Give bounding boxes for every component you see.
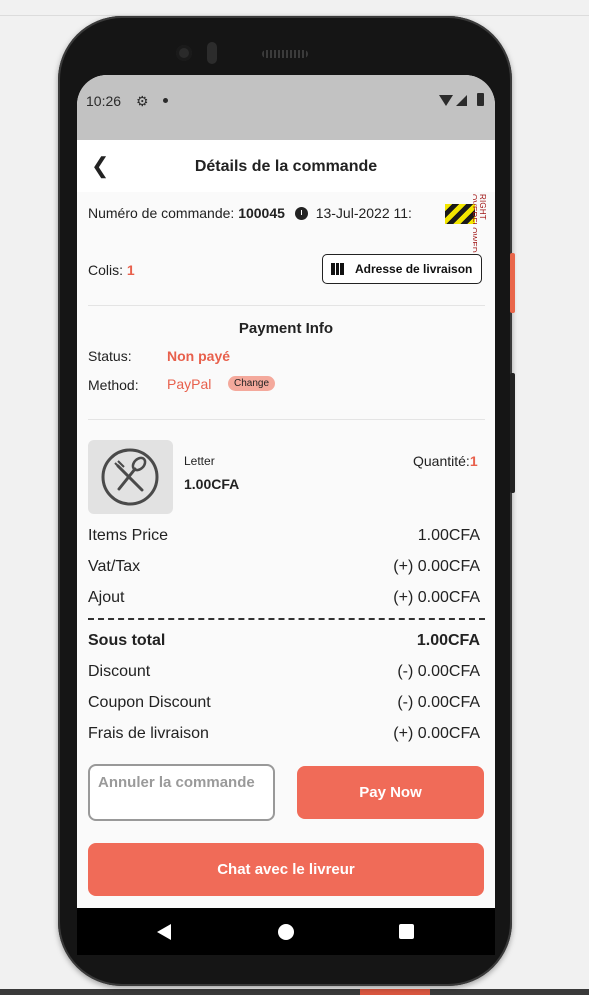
desktop-bottom-bar bbox=[0, 989, 589, 995]
order-number: 100045 bbox=[238, 205, 285, 221]
product-quantity: Quantité:1 bbox=[413, 453, 478, 469]
coupon-discount-value: (-) 0.00CFA bbox=[397, 694, 480, 711]
order-number-label: Numéro de commande: bbox=[88, 205, 235, 221]
sensor bbox=[207, 42, 217, 64]
change-payment-button[interactable]: Change bbox=[228, 376, 276, 391]
order-date: 13-Jul-2022 11: bbox=[315, 205, 412, 221]
colis-count: 1 bbox=[126, 262, 135, 278]
nav-back-icon[interactable] bbox=[157, 924, 171, 940]
chat-with-courier-button[interactable]: Chat avec le livreur bbox=[88, 843, 484, 896]
colis-info: Colis: 1 bbox=[88, 262, 135, 278]
payment-info-title: Payment Info bbox=[238, 320, 334, 337]
system-icons bbox=[439, 93, 489, 109]
order-details-content: Numéro de commande: 100045 13-Jul-2022 1… bbox=[77, 192, 495, 955]
items-price-value: 1.00CFA bbox=[417, 527, 480, 544]
status-bar: 10:26 ⚙ bbox=[77, 75, 495, 140]
delivery-fee-value: (+) 0.00CFA bbox=[393, 725, 480, 742]
cancel-order-label: Annuler la commande bbox=[98, 774, 255, 791]
payment-method-label: Method: bbox=[88, 377, 139, 393]
payment-method-value: PayPal bbox=[167, 376, 212, 392]
dashed-divider bbox=[88, 618, 485, 620]
vat-value: (+) 0.00CFA bbox=[393, 558, 480, 575]
payment-status-label: Status: bbox=[88, 348, 132, 364]
colis-label: Colis: bbox=[88, 262, 124, 278]
map-icon bbox=[331, 263, 344, 275]
product-price: 1.00CFA bbox=[184, 476, 240, 492]
order-number-line: Numéro de commande: 100045 13-Jul-2022 1… bbox=[88, 205, 412, 221]
status-time: 10:26 bbox=[86, 93, 122, 109]
overflow-warning-stripe bbox=[445, 204, 475, 224]
divider bbox=[88, 419, 485, 420]
phone-screen: 10:26 ⚙ ❮ Détails de la commande Numéro … bbox=[77, 75, 495, 955]
page-title: Détails de la commande bbox=[194, 158, 378, 175]
nav-home-icon[interactable] bbox=[278, 924, 294, 940]
signal-icon bbox=[456, 95, 467, 106]
divider bbox=[88, 305, 485, 306]
fork-spoon-icon bbox=[101, 448, 159, 506]
discount-label: Discount bbox=[88, 663, 151, 680]
quantity-label: Quantité: bbox=[413, 453, 470, 469]
notification-dot-icon bbox=[163, 98, 168, 103]
app-bar: ❮ Détails de la commande bbox=[77, 140, 495, 192]
nav-recent-apps-icon[interactable] bbox=[399, 924, 414, 939]
product-name: Letter bbox=[184, 454, 215, 468]
delivery-address-label: Adresse de livraison bbox=[355, 262, 473, 276]
volume-button[interactable] bbox=[510, 373, 515, 493]
quantity-value: 1 bbox=[469, 453, 478, 469]
product-image bbox=[88, 440, 173, 514]
power-button[interactable] bbox=[510, 253, 515, 313]
payment-status-value: Non payé bbox=[167, 348, 231, 364]
coupon-discount-label: Coupon Discount bbox=[88, 694, 211, 711]
discount-value: (-) 0.00CFA bbox=[397, 663, 480, 680]
android-nav-bar bbox=[77, 908, 495, 955]
wifi-icon bbox=[439, 95, 453, 106]
ajout-label: Ajout bbox=[88, 589, 125, 606]
earpiece-speaker bbox=[262, 50, 308, 58]
subtotal-value: 1.00CFA bbox=[416, 632, 480, 649]
ajout-value: (+) 0.00CFA bbox=[393, 589, 480, 606]
battery-icon bbox=[477, 93, 484, 106]
items-price-label: Items Price bbox=[88, 527, 169, 544]
gear-icon: ⚙ bbox=[136, 93, 149, 109]
subtotal-label: Sous total bbox=[88, 632, 166, 649]
vat-label: Vat/Tax bbox=[88, 558, 141, 575]
bottom-bar-accent bbox=[360, 989, 430, 995]
cancel-order-button[interactable]: Annuler la commande bbox=[88, 764, 275, 821]
clock-icon bbox=[294, 207, 308, 220]
delivery-address-button[interactable]: Adresse de livraison bbox=[322, 254, 482, 284]
pay-now-button[interactable]: Pay Now bbox=[297, 766, 484, 819]
front-camera bbox=[176, 45, 192, 61]
delivery-fee-label: Frais de livraison bbox=[88, 725, 209, 742]
